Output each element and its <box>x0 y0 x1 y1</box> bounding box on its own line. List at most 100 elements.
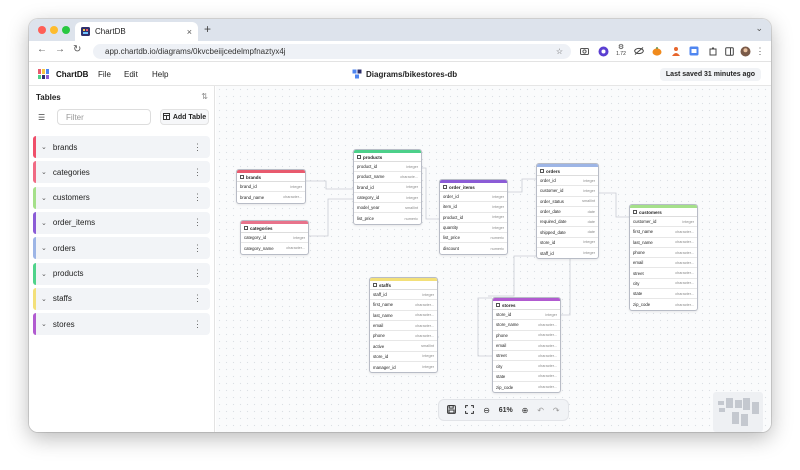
chevron-down-icon[interactable]: ⌄ <box>41 295 47 303</box>
more-options-icon[interactable]: ⋮ <box>193 243 202 254</box>
table-field-row[interactable]: product_id integer <box>440 213 507 223</box>
table-products[interactable]: products product_id integer product_name cha… <box>353 149 422 225</box>
url-field[interactable]: app.chartdb.io/diagrams/0kvcbeiijcedelmp… <box>93 44 571 59</box>
sort-icon[interactable]: ⇅ <box>201 92 208 101</box>
list-view-icon[interactable]: ☰ <box>38 113 45 122</box>
redo-button[interactable]: ↷ <box>553 406 560 415</box>
back-button[interactable]: ← <box>37 44 47 55</box>
save-icon[interactable] <box>447 404 457 416</box>
chevron-down-icon[interactable]: ⌄ <box>41 320 47 328</box>
table-header[interactable]: order_items <box>440 180 507 192</box>
table-field-row[interactable]: category_id integer <box>354 193 421 204</box>
table-brands[interactable]: brands brand_id integer brand_name character… <box>236 169 306 204</box>
table-field-row[interactable]: discount numeric <box>440 243 507 253</box>
badge-icon[interactable]: ⚙ 1.72 <box>613 44 629 58</box>
more-options-icon[interactable]: ⋮ <box>193 319 202 330</box>
table-field-row[interactable]: product_name characte... <box>354 172 421 183</box>
table-header[interactable]: stores <box>493 298 560 310</box>
table-field-row[interactable]: order_status smallint <box>537 197 598 207</box>
table-field-row[interactable]: order_id integer <box>537 176 598 187</box>
more-options-icon[interactable]: ⋮ <box>193 293 202 304</box>
diagram-title[interactable]: Diagrams/bikestores-db <box>352 69 457 79</box>
table-orders[interactable]: orders order_id integer customer_id integer o… <box>536 163 599 260</box>
kebab-menu-icon[interactable]: ⋮ <box>756 44 765 58</box>
table-staffs[interactable]: staffs staff_id integer first_name character… <box>369 277 438 374</box>
table-field-row[interactable]: store_id integer <box>537 238 598 249</box>
more-options-icon[interactable]: ⋮ <box>193 167 202 178</box>
table-field-row[interactable]: email character... <box>493 341 560 352</box>
table-field-row[interactable]: quantity integer <box>440 223 507 234</box>
sidebar-item-products[interactable]: ⌄ products ⋮ <box>33 262 210 285</box>
sidebar-item-order-items[interactable]: ⌄ order_items ⋮ <box>33 211 210 234</box>
table-field-row[interactable]: product_id integer <box>354 162 421 173</box>
table-field-row[interactable]: phone character... <box>493 331 560 341</box>
sidebar-item-staffs[interactable]: ⌄ staffs ⋮ <box>33 287 210 310</box>
close-window-button[interactable] <box>38 26 46 34</box>
chevron-down-icon[interactable]: ⌄ <box>41 270 47 278</box>
table-field-row[interactable]: customer_id integer <box>537 186 598 197</box>
chevron-down-icon[interactable]: ⌄ <box>41 168 47 176</box>
table-field-row[interactable]: model_year smallint <box>354 203 421 214</box>
more-options-icon[interactable]: ⋮ <box>193 217 202 228</box>
diagram-canvas[interactable]: brands brand_id integer brand_name character… <box>216 86 771 432</box>
translate-icon[interactable] <box>689 44 699 58</box>
square-icon[interactable] <box>724 44 734 58</box>
more-options-icon[interactable]: ⋮ <box>193 268 202 279</box>
tab-close-icon[interactable]: × <box>187 27 192 37</box>
table-field-row[interactable]: city character... <box>493 361 560 372</box>
more-options-icon[interactable]: ⋮ <box>193 192 202 203</box>
chevron-down-icon[interactable]: ⌄ <box>41 143 47 151</box>
table-field-row[interactable]: customer_id integer <box>630 217 697 228</box>
table-header[interactable]: staffs <box>370 278 437 290</box>
puzzle-icon[interactable] <box>708 44 718 58</box>
sidebar-item-brands[interactable]: ⌄ brands ⋮ <box>33 136 210 158</box>
table-field-row[interactable]: active smallint <box>370 341 437 352</box>
table-field-row[interactable]: manager_id integer <box>370 362 437 372</box>
zoom-out-button[interactable]: ⊖ <box>483 406 490 415</box>
table-field-row[interactable]: item_id integer <box>440 202 507 213</box>
table-field-row[interactable]: state character... <box>630 289 697 300</box>
filter-input[interactable]: Filter <box>57 109 151 125</box>
table-categories[interactable]: categories category_id integer category_nam… <box>240 220 309 255</box>
more-options-icon[interactable]: ⋮ <box>193 142 202 153</box>
table-field-row[interactable]: brand_id integer <box>237 182 305 193</box>
table-field-row[interactable]: order_date date <box>537 207 598 218</box>
table-field-row[interactable]: first_name character... <box>630 227 697 238</box>
reload-button[interactable]: ↻ <box>73 44 81 55</box>
sidebar-item-customers[interactable]: ⌄ customers ⋮ <box>33 186 210 209</box>
eye-off-icon[interactable] <box>634 44 644 58</box>
table-field-row[interactable]: brand_name character... <box>237 192 305 202</box>
minimap[interactable] <box>713 392 763 432</box>
table-field-row[interactable]: list_price numeric <box>354 213 421 223</box>
table-field-row[interactable]: required_date date <box>537 217 598 228</box>
person-icon[interactable] <box>671 44 681 58</box>
add-table-button[interactable]: Add Table <box>160 109 209 125</box>
table-field-row[interactable]: list_price numeric <box>440 233 507 244</box>
browser-tab[interactable]: ChartDB × <box>75 22 198 41</box>
pumpkin-icon[interactable] <box>652 44 662 58</box>
sidebar-item-orders[interactable]: ⌄ orders ⋮ <box>33 237 210 260</box>
sidebar-item-stores[interactable]: ⌄ stores ⋮ <box>33 313 210 336</box>
sidebar-item-categories[interactable]: ⌄ categories ⋮ <box>33 161 210 184</box>
minimize-window-button[interactable] <box>50 26 58 34</box>
table-field-row[interactable]: staff_id integer <box>370 290 437 301</box>
table-field-row[interactable]: shipped_date date <box>537 227 598 238</box>
chevron-down-icon[interactable]: ⌄ <box>41 244 47 252</box>
table-field-row[interactable]: order_id integer <box>440 192 507 203</box>
undo-button[interactable]: ↶ <box>537 406 544 415</box>
table-field-row[interactable]: street character... <box>630 268 697 279</box>
zoom-in-button[interactable]: ⊕ <box>522 406 529 415</box>
shield-icon[interactable] <box>597 44 609 58</box>
table-field-row[interactable]: city character... <box>630 279 697 290</box>
table-field-row[interactable]: phone character... <box>630 248 697 259</box>
table-header[interactable]: orders <box>537 164 598 176</box>
table-field-row[interactable]: store_name character... <box>493 320 560 331</box>
table-field-row[interactable]: zip_code character... <box>493 382 560 392</box>
table-field-row[interactable]: category_name character... <box>241 243 308 253</box>
menu-file[interactable]: File <box>98 70 111 79</box>
table-field-row[interactable]: staff_id integer <box>537 248 598 258</box>
maximize-window-button[interactable] <box>62 26 70 34</box>
table-field-row[interactable]: zip_code character... <box>630 299 697 309</box>
app-logo[interactable]: ChartDB <box>38 69 88 79</box>
bookmark-star-icon[interactable]: ☆ <box>556 47 563 56</box>
